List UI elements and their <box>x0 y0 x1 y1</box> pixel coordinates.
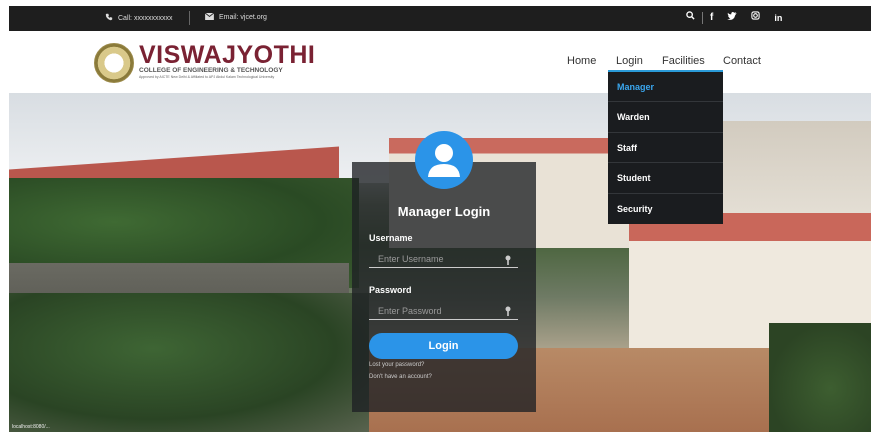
brand-title: VISWAJYOTHI <box>139 41 316 69</box>
lost-password-link[interactable]: Lost your password? <box>369 362 424 368</box>
email-info[interactable]: Email: vjcet.org <box>204 12 267 22</box>
top-info-bar: Call: xxxxxxxxxxx Email: vjcet.org f in <box>9 6 871 31</box>
facebook-icon[interactable]: f <box>703 10 720 26</box>
phone-icon <box>105 13 113 23</box>
password-input[interactable] <box>369 302 518 320</box>
email-text: Email: vjcet.org <box>219 14 267 21</box>
login-title: Manager Login <box>397 204 491 219</box>
key-icon <box>505 252 511 265</box>
no-account-link[interactable]: Don't have an account? <box>369 374 432 380</box>
menu-item-warden[interactable]: Warden <box>608 102 723 133</box>
menu-item-security[interactable]: Security <box>608 194 723 224</box>
key-icon <box>505 303 511 316</box>
login-button[interactable]: Login <box>369 333 518 359</box>
brand[interactable]: VISWAJYOTHI COLLEGE OF ENGINEERING & TEC… <box>139 43 315 80</box>
username-input[interactable] <box>369 250 518 268</box>
call-info: Call: xxxxxxxxxxx <box>105 13 172 23</box>
nav-login[interactable]: Login <box>616 55 643 67</box>
palm-tree-right <box>769 323 871 432</box>
instagram-icon[interactable] <box>744 10 767 26</box>
menu-item-manager[interactable]: Manager <box>608 72 723 103</box>
social-links: f in <box>679 10 789 26</box>
brand-tagline: Approved by AICTE New Delhi & Affiliated… <box>139 75 275 79</box>
linkedin-icon[interactable]: in <box>767 10 789 26</box>
topbar-divider <box>189 11 190 25</box>
twitter-icon[interactable] <box>720 10 744 26</box>
foreground-trees <box>9 293 369 432</box>
site-header: VISWAJYOTHI COLLEGE OF ENGINEERING & TEC… <box>9 31 871 93</box>
user-avatar-icon <box>415 131 473 189</box>
page: Call: xxxxxxxxxxx Email: vjcet.org f in <box>0 0 873 432</box>
menu-item-staff[interactable]: Staff <box>608 133 723 164</box>
envelope-icon <box>204 12 215 22</box>
college-logo-icon[interactable] <box>94 43 134 83</box>
menu-item-student[interactable]: Student <box>608 163 723 194</box>
call-text: Call: xxxxxxxxxxx <box>118 14 173 22</box>
username-label: Username <box>369 233 413 243</box>
nav-facilities[interactable]: Facilities <box>662 55 705 67</box>
nav-contact[interactable]: Contact <box>723 55 761 67</box>
login-dropdown-menu: Manager Warden Staff Student Security <box>608 70 723 224</box>
search-icon[interactable] <box>679 10 702 26</box>
password-label: Password <box>369 285 412 295</box>
nav-home[interactable]: Home <box>567 55 596 67</box>
status-url: localhost:8080/... <box>12 424 50 430</box>
